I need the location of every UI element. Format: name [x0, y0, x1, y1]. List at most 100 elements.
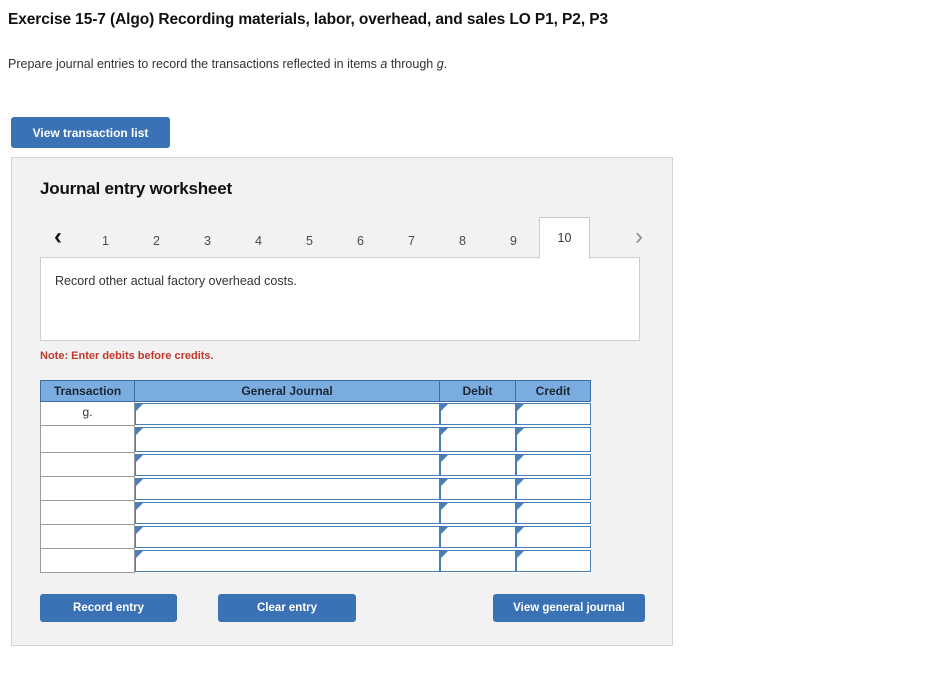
debit-cell: [439, 452, 516, 477]
worksheet-title: Journal entry worksheet: [40, 179, 232, 198]
general-journal-input[interactable]: [135, 477, 440, 500]
worksheet-tab-5[interactable]: 5: [284, 224, 335, 258]
instructions-prefix: Prepare journal entries to record the tr…: [8, 57, 381, 71]
journal-entry-table: Transaction General Journal Debit Credit g.: [40, 380, 591, 573]
worksheet-tab-10[interactable]: 10: [539, 217, 590, 259]
general-journal-cell: [134, 401, 440, 426]
debit-input[interactable]: [439, 453, 516, 476]
column-header-credit: Credit: [515, 380, 591, 402]
journal-table-row: [40, 500, 591, 525]
transaction-label: [41, 525, 134, 528]
view-general-journal-button[interactable]: View general journal: [493, 594, 645, 622]
worksheet-tab-6[interactable]: 6: [335, 224, 386, 258]
worksheet-tab-1[interactable]: 1: [80, 224, 131, 258]
debit-input[interactable]: [439, 426, 516, 452]
credit-input[interactable]: [515, 525, 591, 548]
general-journal-cell: [134, 524, 440, 549]
journal-table-row: [40, 425, 591, 453]
general-journal-cell: [134, 500, 440, 525]
debit-cell: [439, 500, 516, 525]
instructions-item-g: g: [436, 57, 444, 71]
worksheet-tab-3[interactable]: 3: [182, 224, 233, 258]
column-header-debit: Debit: [439, 380, 516, 402]
journal-table-row: g.: [40, 401, 591, 426]
transaction-cell: [40, 452, 135, 477]
credit-input[interactable]: [515, 453, 591, 476]
instructions-suffix: .: [443, 57, 448, 71]
journal-table-header-row: Transaction General Journal Debit Credit: [40, 380, 591, 402]
debits-before-credits-note: Note: Enter debits before credits.: [40, 350, 214, 362]
journal-table-row: [40, 548, 591, 573]
transaction-label: [41, 501, 134, 504]
general-journal-cell: [134, 452, 440, 477]
instructions-text: Prepare journal entries to record the tr…: [8, 57, 933, 71]
general-journal-cell: [134, 425, 440, 453]
chevron-right-icon[interactable]: ›: [626, 216, 652, 258]
credit-cell: [515, 524, 591, 549]
record-entry-button[interactable]: Record entry: [40, 594, 177, 622]
general-journal-input[interactable]: [135, 453, 440, 476]
credit-input[interactable]: [515, 501, 591, 524]
clear-entry-button[interactable]: Clear entry: [218, 594, 356, 622]
transaction-label: [41, 426, 134, 429]
credit-input[interactable]: [515, 426, 591, 452]
worksheet-tab-8[interactable]: 8: [437, 224, 488, 258]
general-journal-input[interactable]: [135, 525, 440, 548]
worksheet-instruction-text: Record other actual factory overhead cos…: [55, 274, 297, 288]
credit-cell: [515, 425, 591, 453]
debit-cell: [439, 548, 516, 573]
instructions-mid: through: [387, 57, 437, 71]
credit-cell: [515, 401, 591, 426]
credit-cell: [515, 548, 591, 573]
debit-cell: [439, 476, 516, 501]
worksheet-tab-list: 1 2 3 4 5 6 7 8 9 10: [80, 216, 590, 259]
transaction-label: [41, 477, 134, 480]
general-journal-input[interactable]: [135, 403, 440, 425]
worksheet-tab-strip: ‹ 1 2 3 4 5 6 7 8 9 10 ›: [40, 216, 652, 260]
worksheet-tab-4[interactable]: 4: [233, 224, 284, 258]
journal-table-head: Transaction General Journal Debit Credit: [40, 380, 591, 402]
chevron-left-icon[interactable]: ‹: [45, 216, 71, 258]
credit-input[interactable]: [515, 549, 591, 572]
general-journal-input[interactable]: [135, 426, 440, 452]
debit-cell: [439, 425, 516, 453]
worksheet-instruction-box: Record other actual factory overhead cos…: [40, 257, 640, 341]
worksheet-tab-2[interactable]: 2: [131, 224, 182, 258]
journal-table-row: [40, 452, 591, 477]
transaction-cell: g.: [40, 401, 135, 426]
credit-cell: [515, 500, 591, 525]
debit-input[interactable]: [439, 477, 516, 500]
general-journal-cell: [134, 548, 440, 573]
credit-input[interactable]: [515, 403, 591, 425]
exercise-page: Exercise 15-7 (Algo) Recording materials…: [0, 11, 933, 646]
debit-input[interactable]: [439, 549, 516, 572]
journal-table-body: g.: [40, 401, 591, 573]
debit-input[interactable]: [439, 525, 516, 548]
transaction-label: g.: [82, 405, 93, 419]
debit-input[interactable]: [439, 501, 516, 524]
column-header-transaction: Transaction: [40, 380, 135, 402]
journal-entry-worksheet-panel: Journal entry worksheet ‹ 1 2 3 4 5 6 7 8 9 10 › …: [11, 157, 673, 646]
credit-cell: [515, 452, 591, 477]
transaction-label: [41, 453, 134, 456]
transaction-cell: [40, 500, 135, 525]
transaction-cell: [40, 425, 135, 453]
worksheet-tab-9[interactable]: 9: [488, 224, 539, 258]
credit-input[interactable]: [515, 477, 591, 500]
view-transaction-list-button[interactable]: View transaction list: [11, 117, 170, 148]
transaction-label: [41, 549, 134, 552]
journal-table-row: [40, 476, 591, 501]
column-header-general-journal: General Journal: [134, 380, 440, 402]
general-journal-input[interactable]: [135, 501, 440, 524]
transaction-cell: [40, 476, 135, 501]
journal-table-row: [40, 524, 591, 549]
debit-cell: [439, 401, 516, 426]
page-title: Exercise 15-7 (Algo) Recording materials…: [8, 11, 608, 28]
debit-cell: [439, 524, 516, 549]
credit-cell: [515, 476, 591, 501]
transaction-cell: [40, 548, 135, 573]
worksheet-tab-7[interactable]: 7: [386, 224, 437, 258]
general-journal-cell: [134, 476, 440, 501]
debit-input[interactable]: [439, 403, 516, 425]
general-journal-input[interactable]: [135, 549, 440, 572]
